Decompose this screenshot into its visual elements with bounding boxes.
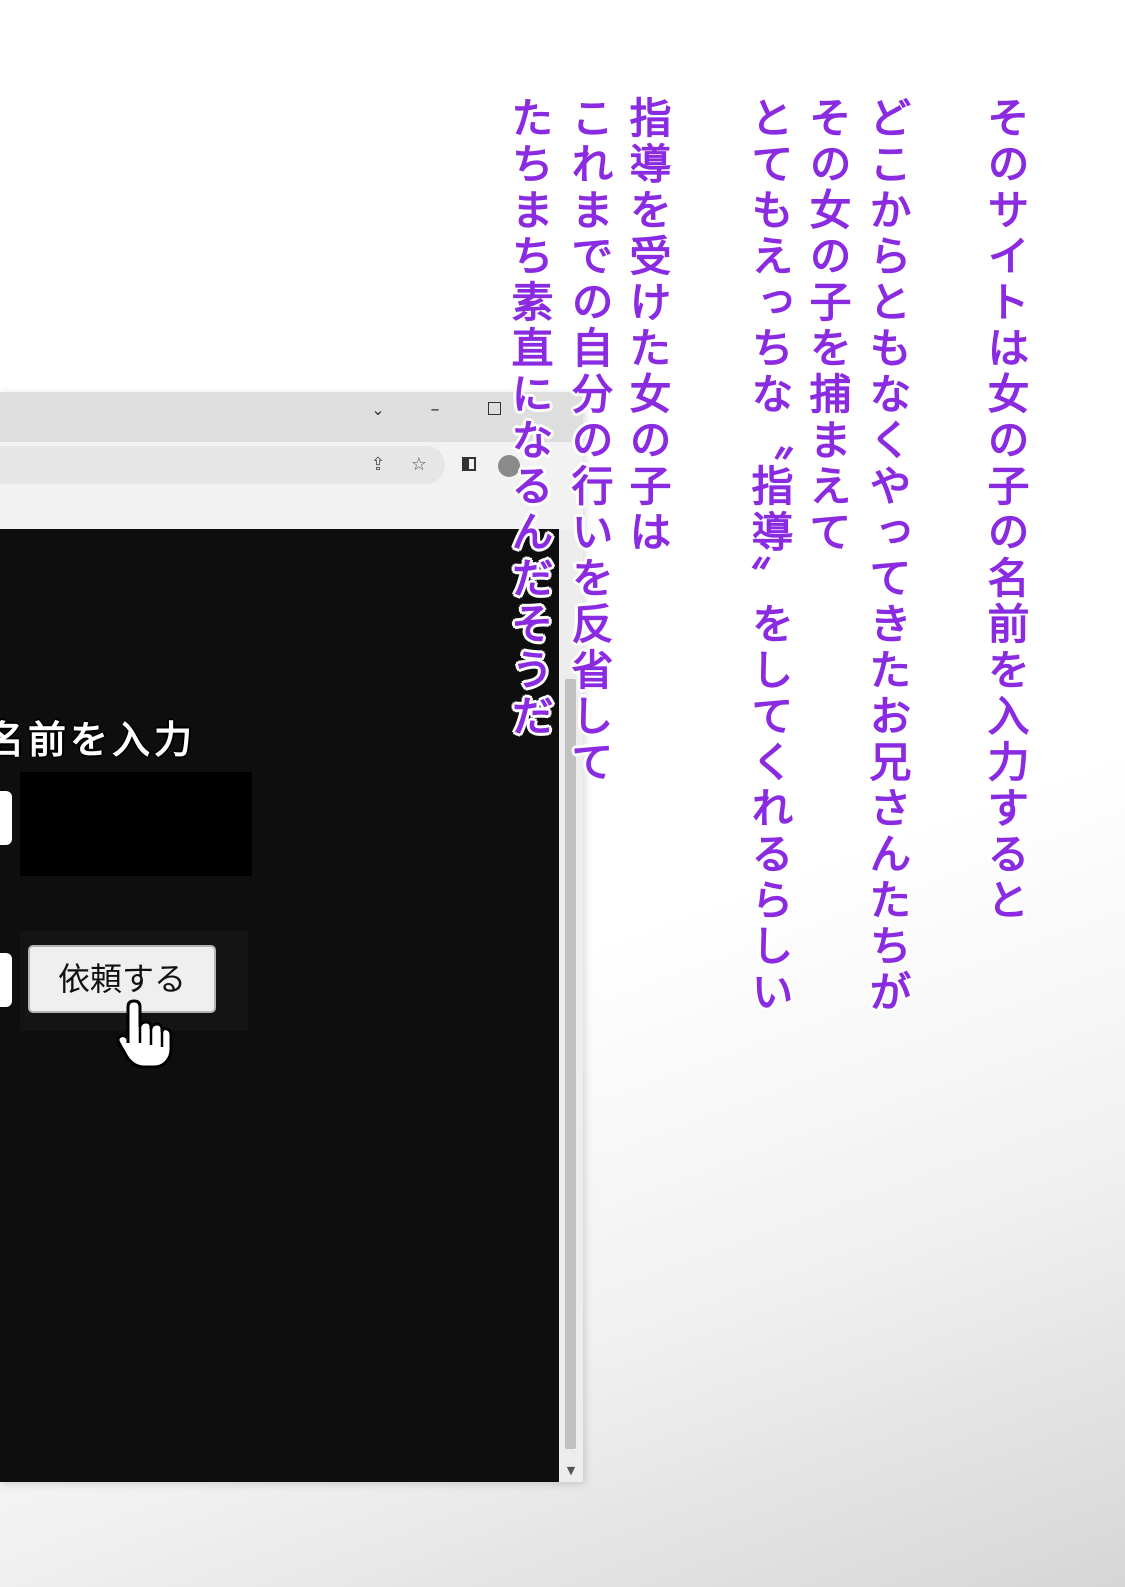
name-input-field[interactable]: [0, 791, 12, 845]
side-panel-icon[interactable]: [456, 452, 482, 478]
browser-window: ⌄ – ⇪ ☆ 名前を入力 依頼する ▼: [0, 392, 583, 1482]
secondary-input-field[interactable]: [0, 953, 12, 1007]
share-icon[interactable]: ⇪: [365, 452, 391, 478]
narration-line-1: そのサイトは女の子の名前を入力すると: [981, 96, 1030, 924]
minimize-button[interactable]: –: [415, 396, 455, 424]
bookmark-star-icon[interactable]: ☆: [406, 452, 432, 478]
browser-toolbar: ⇪ ☆: [0, 442, 583, 494]
narration-line-7: たちまち素直になるんだそうだ: [505, 96, 554, 740]
tab-search-chevron-icon[interactable]: ⌄: [358, 396, 398, 424]
redacted-name-box: [20, 772, 252, 876]
maximize-icon: [487, 401, 501, 415]
narration-line-3: その女の子を捕まえて: [803, 96, 852, 556]
scroll-down-arrow-icon[interactable]: ▼: [563, 1464, 579, 1478]
narration-line-4: とてもえっちな〝指導〟をしてくれるらしい: [745, 96, 794, 1016]
web-page-content: 名前を入力 依頼する: [0, 529, 559, 1482]
narration-line-6: これまでの自分の行いを反省して: [565, 96, 614, 786]
browser-titlebar: ⌄ –: [0, 392, 583, 442]
narration-line-2: どこからともなくやってきたお兄さんたちが: [863, 96, 912, 1016]
scrollbar-thumb[interactable]: [565, 679, 576, 1449]
side-panel-glyph: [462, 456, 476, 471]
hand-cursor-icon: [116, 999, 173, 1069]
page-heading: 名前を入力: [0, 718, 197, 762]
narration-line-5: 指導を受けた女の子は: [623, 96, 672, 556]
